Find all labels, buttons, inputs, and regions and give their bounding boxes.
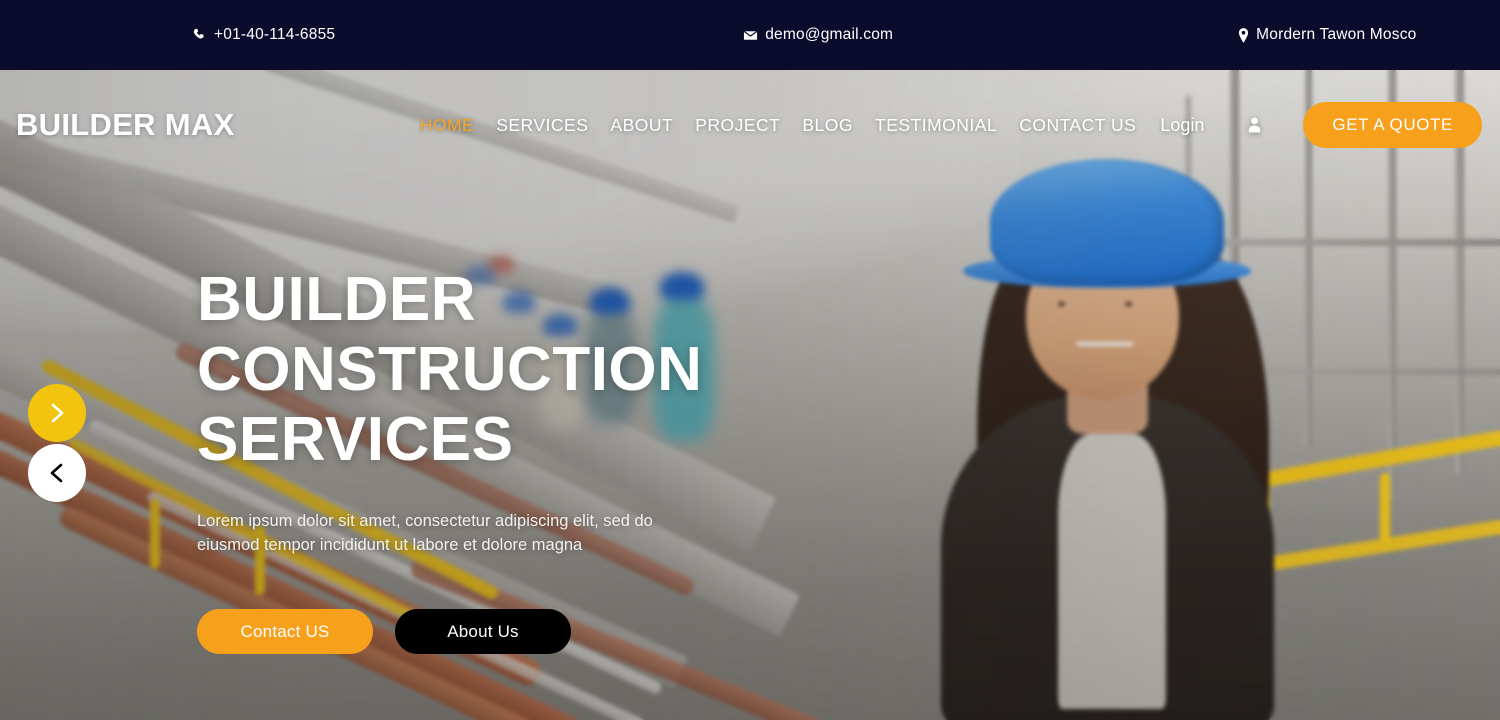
contact-us-button[interactable]: Contact US	[197, 609, 373, 654]
nav-item-project[interactable]: PROJECT	[695, 115, 780, 136]
nav-links: HOME SERVICES ABOUT PROJECT BLOG TESTIMO…	[420, 115, 1137, 136]
top-contact-bar: +01-40-114-6855 demo@gmail.com Mordern T…	[0, 0, 1500, 70]
user-icon[interactable]	[1246, 116, 1263, 134]
hero-content: BUILDER CONSTRUCTION SERVICES Lorem ipsu…	[197, 265, 702, 654]
login-link[interactable]: Login	[1160, 115, 1204, 136]
hero-actions: Contact US About Us	[197, 609, 702, 654]
hero-title: BUILDER CONSTRUCTION SERVICES	[197, 265, 702, 475]
phone-icon	[193, 28, 207, 42]
map-pin-icon	[1238, 27, 1249, 43]
topbar-email[interactable]: demo@gmail.com	[743, 26, 893, 44]
hero-title-line-1: BUILDER	[197, 265, 477, 334]
nav-item-home[interactable]: HOME	[420, 115, 475, 136]
carousel-prev-button[interactable]	[28, 444, 86, 502]
carousel-next-button[interactable]	[28, 384, 86, 442]
hero-subtitle-line-1: Lorem ipsum dolor sit amet, consectetur …	[197, 512, 630, 530]
nav-link-blog[interactable]: BLOG	[802, 115, 853, 135]
nav-item-services[interactable]: SERVICES	[496, 115, 588, 136]
nav-link-testimonial[interactable]: TESTIMONIAL	[875, 115, 997, 135]
topbar-location-text: Mordern Tawon Mosco	[1256, 26, 1417, 43]
nav-link-about[interactable]: ABOUT	[610, 115, 673, 135]
nav-item-testimonial[interactable]: TESTIMONIAL	[875, 115, 997, 136]
chevron-right-icon	[47, 402, 67, 424]
nav-link-project[interactable]: PROJECT	[695, 115, 780, 135]
main-navigation: BUILDER MAX HOME SERVICES ABOUT PROJECT …	[0, 70, 1500, 180]
chevron-left-icon	[47, 462, 67, 484]
site-logo[interactable]: BUILDER MAX	[16, 107, 235, 143]
topbar-phone-text: +01-40-114-6855	[214, 26, 336, 43]
topbar-email-text: demo@gmail.com	[765, 26, 894, 43]
nav-link-home[interactable]: HOME	[420, 115, 475, 135]
topbar-location[interactable]: Mordern Tawon Mosco	[1238, 26, 1416, 44]
hero-section: BUILDER MAX HOME SERVICES ABOUT PROJECT …	[0, 70, 1500, 720]
envelope-icon	[743, 28, 758, 43]
about-us-button[interactable]: About Us	[395, 609, 571, 654]
hero-title-line-2: CONSTRUCTION	[197, 335, 703, 404]
nav-link-contact-us[interactable]: CONTACT US	[1019, 115, 1136, 135]
nav-item-blog[interactable]: BLOG	[802, 115, 853, 136]
nav-link-services[interactable]: SERVICES	[496, 115, 588, 135]
nav-item-contact-us[interactable]: CONTACT US	[1019, 115, 1136, 136]
nav-item-about[interactable]: ABOUT	[610, 115, 673, 136]
get-a-quote-button[interactable]: GET A QUOTE	[1303, 102, 1482, 148]
hero-title-line-3: SERVICES	[197, 405, 514, 474]
topbar-phone[interactable]: +01-40-114-6855	[193, 26, 335, 44]
hero-subtitle: Lorem ipsum dolor sit amet, consectetur …	[197, 509, 677, 557]
